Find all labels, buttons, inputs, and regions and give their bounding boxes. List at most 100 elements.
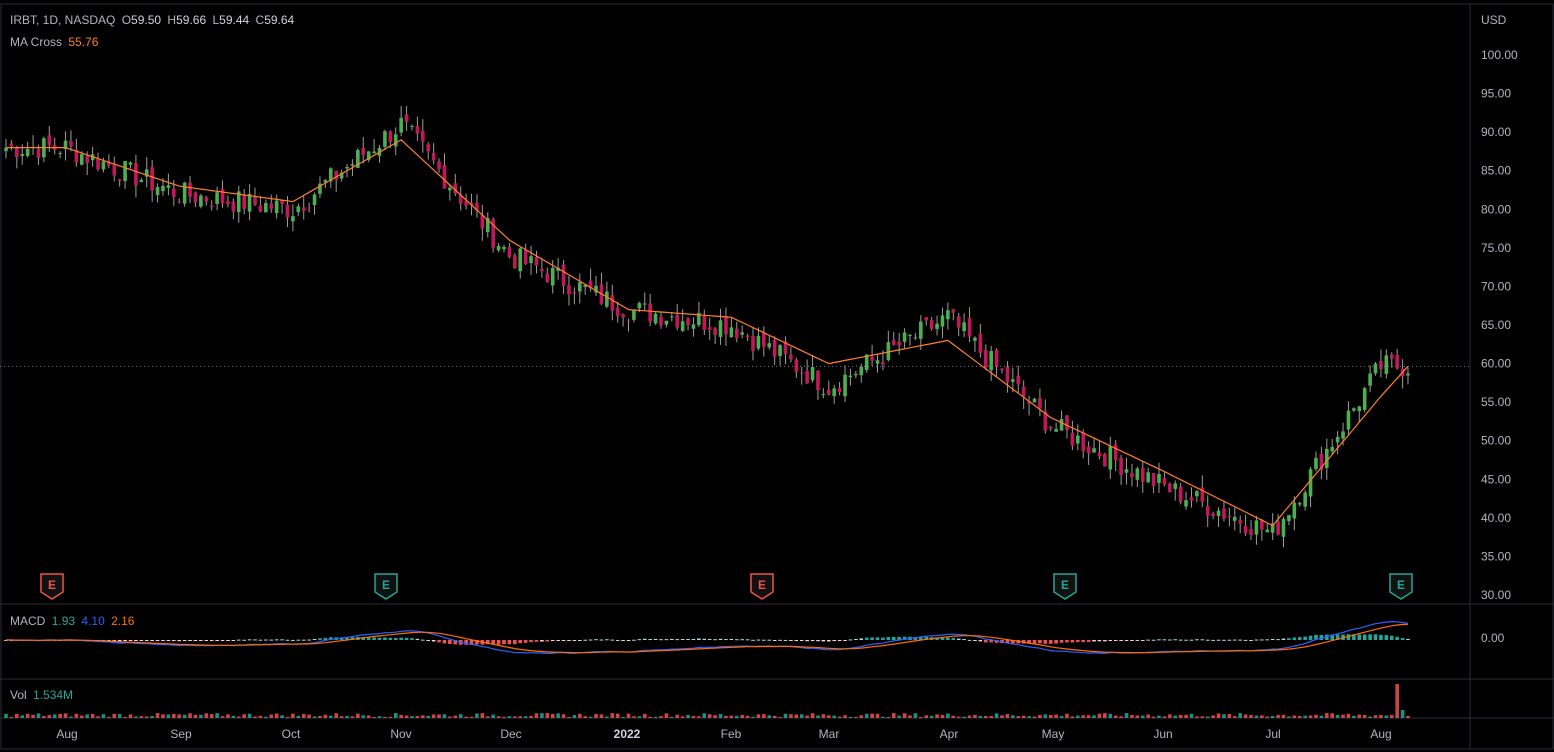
candle-body (1130, 472, 1134, 478)
candle-body (1205, 505, 1210, 516)
volume-bar (648, 716, 652, 718)
volume-bar (458, 714, 463, 718)
volume-bar (25, 713, 30, 718)
volume-bar (1362, 715, 1367, 718)
volume-bar (1173, 715, 1178, 718)
macd-histogram-bar (881, 637, 885, 640)
volume-bar (58, 713, 62, 718)
macd-histogram-bar (962, 639, 966, 641)
volume-bar (1270, 715, 1275, 718)
candle-body (1352, 408, 1356, 411)
macd-histogram-bar (653, 638, 658, 640)
macd-histogram-bar (177, 640, 182, 642)
candle-body (15, 147, 19, 158)
candle-body (123, 160, 127, 182)
x-tick-label: 2022 (614, 727, 641, 741)
volume-bar (1135, 715, 1140, 718)
macd-histogram-bar (762, 639, 766, 641)
candle-body (1232, 516, 1237, 521)
y-tick-label: 50.00 (1481, 434, 1511, 448)
volume-bar (594, 713, 598, 718)
candle-body (1238, 520, 1242, 524)
macd-line-value: 4.10 (81, 614, 105, 628)
macd-histogram-bar (745, 639, 750, 641)
volume-bar (226, 714, 230, 718)
candle-body (1038, 398, 1042, 409)
volume-bar (859, 715, 864, 718)
volume-bar (377, 716, 382, 718)
volume-bar (978, 715, 983, 718)
volume-bar (1038, 715, 1042, 718)
macd-histogram-bar (1216, 639, 1221, 641)
candle-body (372, 151, 376, 154)
volume-bar (1140, 715, 1145, 718)
candle-body (1330, 446, 1335, 452)
volume-bar (848, 716, 853, 718)
macd-histogram-bar (1130, 640, 1134, 641)
symbol-legend: IRBT, 1D, NASDAQ O59.50 H59.66 L59.44 C5… (10, 13, 297, 27)
volume-bar (810, 713, 815, 718)
x-tick-label: Jun (1153, 727, 1172, 741)
volume-bar (1265, 716, 1270, 718)
volume-bar (1021, 715, 1026, 718)
candle-body (431, 152, 436, 161)
candle-body (1119, 457, 1123, 475)
chart-canvas[interactable]: USD 100.00 95.00 90.00 85.00 80.00 75.00 70.00 6… (0, 0, 1554, 752)
macd-histogram-bar (529, 640, 533, 643)
macd-histogram-bar (155, 640, 160, 642)
earnings-marker-label: E (1061, 578, 1069, 592)
macd-histogram-bar (556, 640, 560, 641)
earnings-marker-label: E (758, 578, 766, 592)
volume-bar (1352, 715, 1356, 718)
volume-bar (994, 713, 999, 718)
candle-body (881, 362, 885, 365)
candle-body (724, 315, 728, 335)
candle-body (967, 318, 972, 337)
candle-body (637, 303, 642, 309)
candle-body (301, 207, 306, 211)
macd-histogram-bar (1292, 637, 1297, 640)
y-tick-label: 30.00 (1481, 588, 1511, 602)
y-tick-label: 60.00 (1481, 357, 1511, 371)
currency-label: USD (1481, 13, 1507, 27)
macd-histogram-bar (778, 639, 782, 641)
macd-histogram-bar (166, 640, 171, 641)
volume-bar (15, 713, 19, 718)
candle-body (507, 247, 512, 258)
candle-body (632, 309, 636, 320)
volume-bar (1146, 714, 1150, 718)
candle-body (1335, 436, 1340, 443)
macd-histogram-bar (523, 640, 528, 643)
candle-body (762, 332, 766, 347)
macd-histogram-bar (1303, 636, 1307, 640)
x-tick-label: Mar (819, 727, 840, 741)
candle-body (1113, 444, 1118, 461)
macd-histogram-bar (1373, 634, 1378, 640)
candle-body (816, 370, 820, 391)
volume-bar (1389, 714, 1394, 718)
candle-body (199, 195, 203, 207)
candle-body (274, 200, 279, 214)
macd-histogram-bar (1270, 638, 1275, 640)
volume-bar (107, 716, 111, 718)
candle-body (545, 273, 550, 283)
macd-histogram-bar (139, 640, 144, 642)
macd-histogram-bar (621, 640, 625, 641)
volume-bar (31, 714, 35, 718)
macd-histogram-bar (713, 639, 717, 641)
candle-body (713, 328, 717, 335)
macd-histogram-bar (372, 637, 376, 640)
volume-bar (328, 715, 333, 718)
candle-body (1054, 429, 1058, 432)
candle-body (680, 321, 685, 331)
candle-body (913, 337, 918, 339)
volume-bar (209, 714, 214, 718)
volume-bar (1384, 715, 1389, 718)
volume-bar (20, 715, 25, 718)
volume-bar (529, 715, 533, 718)
candle-body (648, 303, 652, 322)
macd-histogram-bar (258, 639, 263, 641)
candle-body (794, 359, 799, 372)
macd-histogram-bar (1232, 639, 1237, 641)
candle-body (740, 332, 744, 335)
